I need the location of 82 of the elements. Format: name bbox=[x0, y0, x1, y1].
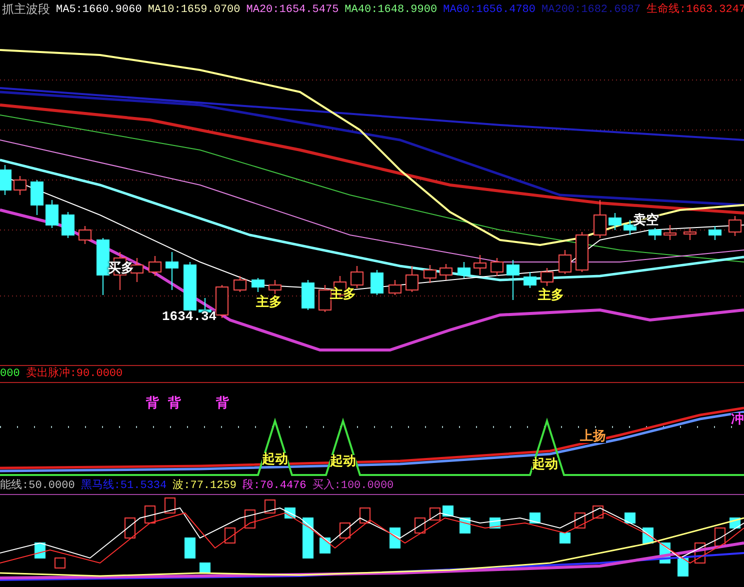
candlestick bbox=[388, 280, 402, 296]
chart-label: 背 bbox=[146, 397, 159, 410]
candlestick bbox=[458, 262, 470, 278]
indicator-value: 波:77.1259 bbox=[172, 480, 236, 492]
candlestick bbox=[62, 212, 74, 238]
oscillator-bar bbox=[164, 498, 176, 514]
candlestick bbox=[506, 260, 520, 300]
oscillator-bar bbox=[714, 528, 726, 546]
indicator-value: 000 bbox=[0, 368, 20, 380]
oscillator-bar bbox=[54, 558, 66, 568]
candlestick bbox=[594, 200, 606, 238]
indicator-value: 买入:100.0000 bbox=[312, 480, 394, 492]
oscillator-bar bbox=[144, 506, 156, 524]
oscillator-bar bbox=[560, 532, 570, 544]
oscillator-bar bbox=[320, 538, 330, 554]
oscillator-bar bbox=[340, 522, 350, 538]
candlestick bbox=[558, 250, 572, 274]
candlestick bbox=[78, 226, 92, 244]
indicator-value: 卖出脉冲:90.0000 bbox=[26, 368, 123, 380]
candlestick bbox=[728, 216, 742, 236]
indicator-value: MA20:1654.5475 bbox=[246, 4, 339, 16]
candlestick bbox=[148, 256, 162, 276]
oscillator-bar bbox=[224, 528, 236, 544]
chart-label: 起动 bbox=[330, 455, 356, 468]
oscillator-bar bbox=[442, 506, 454, 516]
chart-label: 冲 bbox=[731, 413, 744, 426]
oscillator-bar bbox=[414, 518, 426, 534]
indicator-value: MA200:1682.6987 bbox=[542, 4, 641, 16]
candlestick bbox=[576, 232, 588, 272]
chart-label: 主多 bbox=[538, 289, 564, 302]
indicator-value: MA40:1648.9900 bbox=[344, 4, 438, 16]
oscillator-bar bbox=[184, 538, 196, 558]
candlestick bbox=[440, 264, 452, 280]
candlestick bbox=[302, 280, 314, 310]
candlestick bbox=[350, 266, 364, 288]
chart-label: 背 bbox=[168, 397, 181, 410]
candlestick bbox=[252, 278, 264, 292]
oscillator-bar bbox=[390, 528, 400, 548]
candlestick bbox=[166, 252, 178, 290]
candlestick bbox=[684, 228, 696, 240]
oscillator-bar bbox=[678, 558, 688, 576]
candlestick bbox=[0, 164, 12, 196]
chart-label: 背 bbox=[216, 397, 229, 410]
oscillator-bar bbox=[200, 562, 210, 574]
indicator-value: MA5:1660.9060 bbox=[56, 4, 142, 16]
candlestick bbox=[46, 200, 58, 228]
candlestick bbox=[490, 258, 504, 276]
oscillator-bar bbox=[264, 500, 276, 514]
candlestick bbox=[708, 226, 722, 240]
candlestick bbox=[406, 266, 418, 292]
oscillator-bar bbox=[244, 510, 256, 528]
candlestick bbox=[216, 284, 228, 318]
chart-label: 上扬 bbox=[580, 430, 606, 443]
candlestick bbox=[424, 264, 436, 284]
chart-label: 起动 bbox=[262, 453, 288, 466]
candlestick bbox=[474, 254, 486, 276]
oscillator-bar bbox=[624, 512, 636, 524]
chart-label: 起动 bbox=[532, 458, 558, 471]
oscillator-bar bbox=[302, 518, 314, 558]
oscillator-bar bbox=[124, 518, 136, 538]
candlestick bbox=[318, 284, 332, 312]
indicator-title: 抓主波段 bbox=[2, 4, 50, 16]
candlestick bbox=[608, 212, 622, 230]
indicator-value: MA60:1656.4780 bbox=[443, 4, 536, 16]
candlestick bbox=[268, 280, 282, 294]
candlestick bbox=[370, 270, 384, 296]
candlestick bbox=[30, 180, 44, 216]
oscillator-bar bbox=[360, 508, 370, 524]
candlestick bbox=[234, 276, 246, 292]
indicator-value: 段:70.4476 bbox=[242, 480, 306, 492]
candlestick bbox=[648, 228, 662, 240]
indicator-value: 能线:50.0000 bbox=[0, 480, 75, 492]
oscillator-bar bbox=[530, 512, 540, 524]
candlestick bbox=[664, 224, 676, 240]
candlestick bbox=[14, 176, 26, 196]
oscillator-bar bbox=[430, 508, 440, 520]
candlestick bbox=[524, 272, 536, 288]
candlestick bbox=[540, 268, 554, 286]
indicator-value: 黑马线:51.5334 bbox=[80, 480, 167, 492]
chart-label: 主多 bbox=[256, 296, 282, 309]
indicator-value: MA10:1659.0700 bbox=[148, 4, 240, 16]
candlestick bbox=[96, 238, 110, 296]
